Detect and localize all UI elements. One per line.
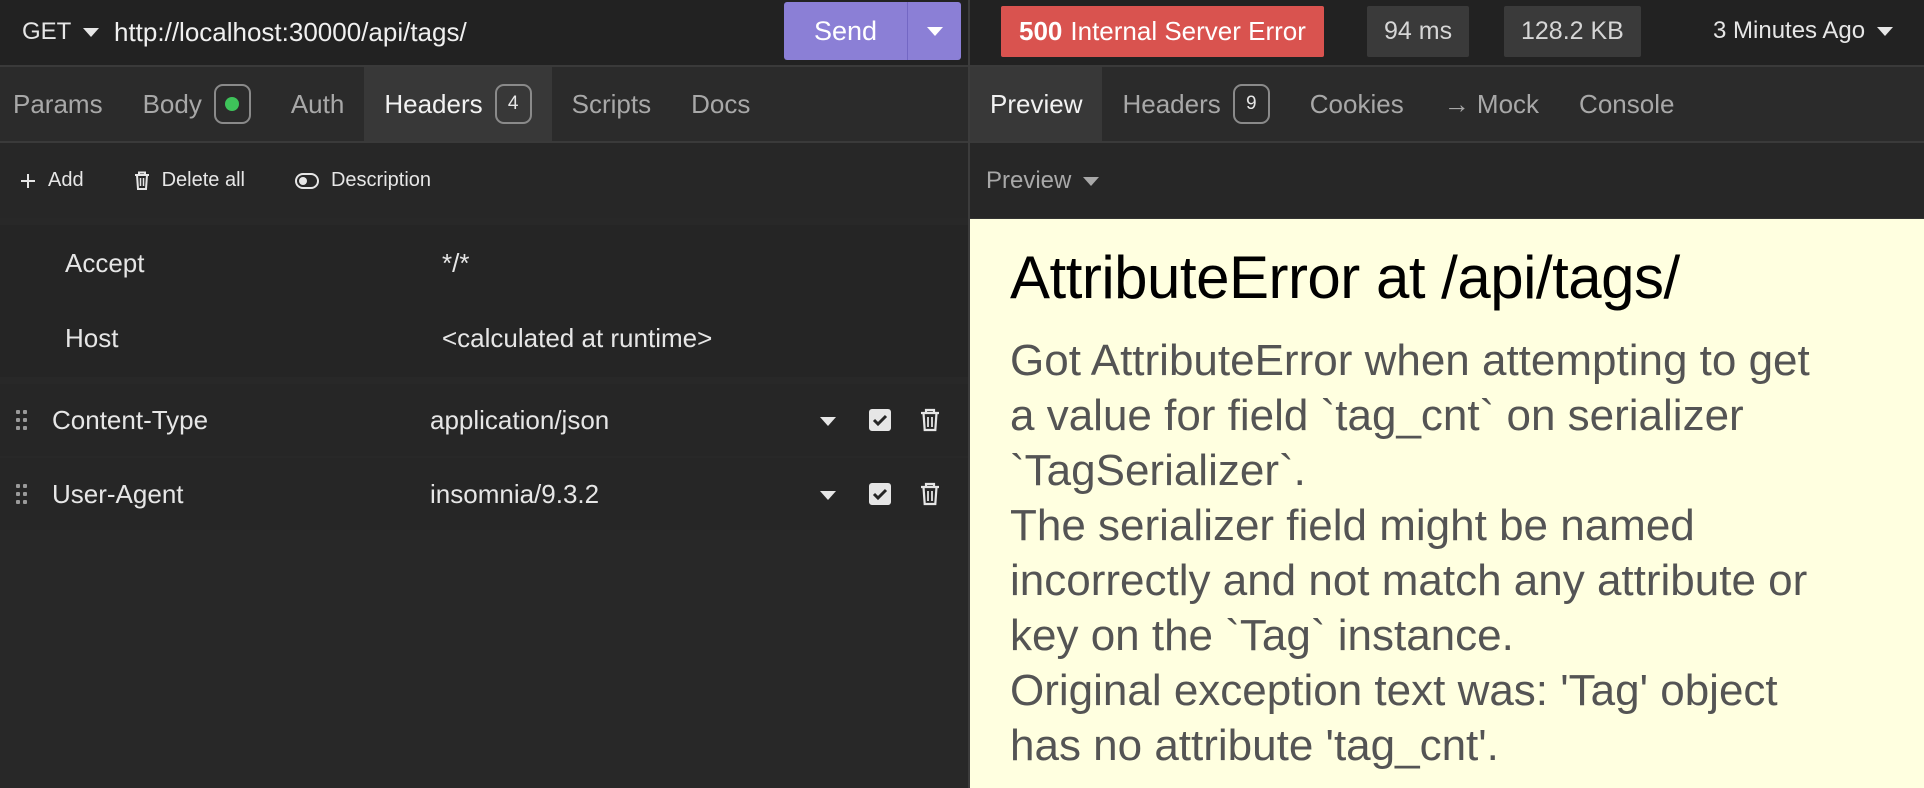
body-status-badge xyxy=(213,84,251,124)
error-title: AttributeError at /api/tags/ xyxy=(1010,244,1680,311)
error-line: Original exception text was: 'Tag' objec… xyxy=(1010,666,1778,715)
tab-label: Headers xyxy=(1122,88,1221,119)
error-line: has no attribute 'tag_cnt'. xyxy=(1010,721,1499,770)
error-line: incorrectly and not match any attribute … xyxy=(1010,556,1808,605)
drag-handle-icon[interactable] xyxy=(16,410,28,430)
error-line: The serializer field might be named xyxy=(1010,501,1695,550)
tab-response-headers[interactable]: Headers 9 xyxy=(1102,67,1289,141)
url-input[interactable]: http://localhost:30000/api/tags/ xyxy=(114,17,467,48)
request-pane: GET http://localhost:30000/api/tags/ Sen… xyxy=(0,0,968,788)
plus-icon xyxy=(21,173,35,188)
chevron-down-icon xyxy=(1083,176,1100,186)
preview-toolbar: Preview xyxy=(970,143,1924,219)
response-headers-count-badge: 9 xyxy=(1232,84,1270,124)
send-button[interactable]: Send xyxy=(784,2,908,60)
status-dot-icon xyxy=(225,97,240,111)
auto-header-row: Accept */* xyxy=(0,225,968,300)
tab-label: Body xyxy=(142,88,202,119)
toggle-icon xyxy=(294,172,319,189)
tab-label: Preview xyxy=(990,88,1083,119)
description-label: Description xyxy=(330,169,432,191)
send-button-group: Send xyxy=(784,2,961,60)
auto-headers: Accept */* Host <calculated at runtime> xyxy=(0,225,968,377)
chevron-down-icon[interactable] xyxy=(820,491,836,500)
auto-header-value: */* xyxy=(442,248,470,278)
tab-cookies[interactable]: Cookies xyxy=(1290,67,1424,141)
error-line: `TagSerializer`. xyxy=(1010,446,1306,495)
headers-count-badge: 4 xyxy=(494,84,532,124)
response-pane: 500 Internal Server Error 94 ms 128.2 KB… xyxy=(970,0,1924,788)
header-value-input[interactable]: application/json xyxy=(430,405,609,436)
add-header-button[interactable]: Add xyxy=(20,169,84,192)
status-code: 500 xyxy=(1019,16,1063,46)
status-badge: 500 Internal Server Error xyxy=(1001,6,1324,57)
tab-label: Scripts xyxy=(571,88,652,119)
tab-body[interactable]: Body xyxy=(123,67,271,141)
preview-mode-dropdown[interactable]: Preview xyxy=(986,167,1100,195)
auto-header-name: Accept xyxy=(65,248,145,278)
auto-header-value: <calculated at runtime> xyxy=(442,323,713,353)
trash-icon xyxy=(134,171,149,190)
header-name-input[interactable]: Content-Type xyxy=(52,405,208,436)
description-toggle[interactable]: Description xyxy=(294,169,432,192)
tab-mock[interactable]: → Mock xyxy=(1424,67,1559,141)
response-preview: AttributeError at /api/tags/ Got Attribu… xyxy=(970,219,1924,788)
response-tabs: Preview Headers 9 Cookies → Mock Console xyxy=(970,67,1924,143)
header-name-input[interactable]: User-Agent xyxy=(52,479,184,510)
error-line: Got AttributeError when attempting to ge… xyxy=(1010,336,1810,385)
method-label: GET xyxy=(22,18,72,45)
history-dropdown[interactable]: 3 Minutes Ago xyxy=(1713,17,1894,45)
tab-headers[interactable]: Headers 4 xyxy=(364,67,552,141)
tab-auth[interactable]: Auth xyxy=(271,67,365,141)
tab-label: Headers xyxy=(384,88,483,119)
header-value-input[interactable]: insomnia/9.3.2 xyxy=(430,479,599,510)
chevron-down-icon xyxy=(926,26,943,36)
headers-toolbar: Add Delete all Description xyxy=(0,143,968,218)
delete-all-button[interactable]: Delete all xyxy=(134,169,245,192)
header-row: Content-Type application/json xyxy=(0,384,968,456)
chevron-down-icon[interactable] xyxy=(820,417,836,426)
chevron-down-icon xyxy=(83,27,100,37)
preview-mode-label: Preview xyxy=(986,167,1072,194)
checkbox-checked-icon[interactable] xyxy=(869,409,891,431)
response-size-badge: 128.2 KB xyxy=(1504,6,1641,57)
header-row: User-Agent insomnia/9.3.2 xyxy=(0,458,968,530)
method-select[interactable]: GET xyxy=(22,18,100,46)
send-options-button[interactable] xyxy=(908,2,961,60)
checkbox-checked-icon[interactable] xyxy=(869,483,891,505)
tab-params[interactable]: Params xyxy=(0,67,123,141)
error-message: Got AttributeError when attempting to ge… xyxy=(1010,333,1910,773)
tab-console[interactable]: Console xyxy=(1559,67,1694,141)
tab-preview[interactable]: Preview xyxy=(970,67,1103,141)
request-tabs: Params Body Auth Headers 4 Scripts Docs xyxy=(0,67,968,143)
error-line: key on the `Tag` instance. xyxy=(1010,611,1514,660)
error-line: a value for field `tag_cnt` on serialize… xyxy=(1010,391,1744,440)
drag-handle-icon[interactable] xyxy=(16,484,28,504)
tab-docs[interactable]: Docs xyxy=(671,67,770,141)
tab-scripts[interactable]: Scripts xyxy=(552,67,671,141)
trash-icon[interactable] xyxy=(920,482,940,506)
trash-icon[interactable] xyxy=(920,408,940,432)
response-time-badge: 94 ms xyxy=(1367,6,1470,57)
auto-header-row: Host <calculated at runtime> xyxy=(0,300,968,375)
tab-label: → Mock xyxy=(1443,88,1540,119)
response-status-bar: 500 Internal Server Error 94 ms 128.2 KB… xyxy=(970,0,1924,67)
tab-label: Console xyxy=(1579,88,1675,119)
auto-header-name: Host xyxy=(65,323,119,353)
chevron-down-icon xyxy=(1877,26,1894,36)
tab-label: Docs xyxy=(691,88,751,119)
tab-label: Cookies xyxy=(1309,88,1404,119)
history-label: 3 Minutes Ago xyxy=(1713,17,1866,44)
tab-label: Auth xyxy=(290,88,345,119)
url-bar: GET http://localhost:30000/api/tags/ Sen… xyxy=(0,0,968,67)
tab-label: Params xyxy=(13,88,103,119)
delete-all-label: Delete all xyxy=(161,169,245,191)
add-label: Add xyxy=(48,169,84,191)
status-text: Internal Server Error xyxy=(1070,16,1306,46)
